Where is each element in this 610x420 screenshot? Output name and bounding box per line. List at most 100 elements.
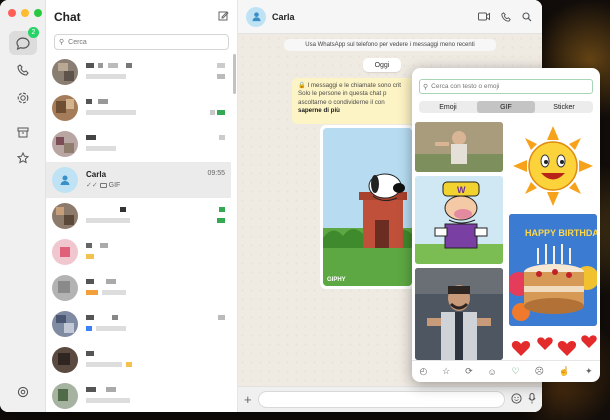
chat-row[interactable] [46,378,231,412]
trending-icon[interactable]: ⟳ [465,366,473,377]
chats-nav-button[interactable]: 2 [9,27,39,55]
search-icon[interactable] [522,12,532,24]
picker-search-box[interactable]: ⚲ [419,79,593,94]
svg-text:W: W [457,185,466,195]
chat-row[interactable] [46,198,231,234]
chat-preview: ✓✓ GIF [86,181,120,189]
gif-image: GIPHY [323,128,412,286]
double-check-icon: ✓✓ [86,182,98,189]
attach-button[interactable]: + [244,392,252,407]
party-icon[interactable]: ✦ [585,366,593,377]
chat-row[interactable] [46,234,231,270]
avatar [52,347,78,373]
settings-icon [17,386,29,398]
avatar [52,239,78,265]
avatar [52,95,78,121]
date-separator: Oggi [363,58,401,72]
sad-face-icon[interactable]: ☹ [535,366,544,377]
chat-row[interactable] [46,90,231,126]
contact-name[interactable]: Carla [272,12,295,22]
tab-sticker[interactable]: Sticker [535,101,593,113]
gif-result[interactable] [415,268,503,360]
chat-row[interactable] [46,342,231,378]
chat-row[interactable] [46,126,231,162]
window-controls [8,9,42,17]
avatar [52,203,78,229]
chat-name: Carla [86,170,107,179]
unread-badge: 2 [28,27,39,38]
gif-birthday-text: HAPPY BIRTHDAY [525,228,597,238]
gif-result[interactable] [415,122,503,172]
chat-list-title: Chat [54,10,81,24]
thumbs-up-icon[interactable]: ☝ [559,366,570,377]
avatar [52,167,78,193]
conversation-header: Carla [238,0,542,34]
smiley-icon [511,392,522,404]
picker-category-bar: ◴ ☆ ⟳ ☺ ♡ ☹ ☝ ✦ [412,360,600,382]
starred-nav-button[interactable] [9,146,37,170]
compose-icon [218,11,229,21]
gif-result[interactable] [509,122,597,210]
chat-preview-text: GIF [108,182,121,189]
learn-more-link[interactable]: saperne di più [298,107,340,114]
e2e-line-2: Solo le persone in questa chat p [298,90,387,98]
emoji-button[interactable] [511,392,522,407]
phone-icon [17,64,29,76]
avatar [52,275,78,301]
voice-call-icon[interactable] [501,12,511,24]
new-chat-button[interactable] [218,10,229,24]
chat-time: 09:55 [207,170,225,177]
gif-result[interactable]: W [415,176,503,264]
chat-list-panel: Chat ⚲ Cerca Carla 09:55 ✓✓ GIF [46,0,238,412]
tab-emoji[interactable]: Emoji [419,101,477,113]
avatar [52,59,78,85]
recent-icon[interactable]: ◴ [419,366,427,377]
favorites-star-icon[interactable]: ☆ [442,366,450,377]
chats-icon [16,36,30,50]
picker-search-input[interactable] [431,83,582,90]
older-messages-notice: Usa WhatsApp sul telefono per vedere i m… [284,39,496,51]
chat-row[interactable] [46,270,231,306]
love-icon[interactable]: ♡ [512,366,520,377]
e2e-line-1: I messaggi e le chiamate sono crit [307,82,401,89]
search-icon: ⚲ [423,83,429,91]
zoom-window-button[interactable] [34,9,42,17]
chat-row-carla[interactable]: Carla 09:55 ✓✓ GIF [46,162,231,198]
message-composer: + [238,386,542,412]
settings-nav-button[interactable] [9,380,37,404]
avatar [52,131,78,157]
chat-row[interactable] [46,54,231,90]
chat-row[interactable] [46,306,231,342]
gif-result[interactable] [509,330,597,360]
gif-result[interactable]: HAPPY BIRTHDAY [509,214,597,326]
tab-gif[interactable]: GIF [477,101,535,113]
mic-icon [528,392,536,403]
user-icon [60,175,70,185]
avatar [52,383,78,409]
avatar [52,311,78,337]
archive-icon [17,127,29,137]
user-icon [251,12,261,22]
happy-face-icon[interactable]: ☺ [488,367,497,377]
contact-avatar[interactable] [246,6,266,27]
close-window-button[interactable] [8,9,16,17]
chat-search-input[interactable] [68,38,209,46]
picker-tabs: Emoji GIF Sticker [419,101,593,113]
video-call-icon[interactable] [478,12,490,24]
message-input[interactable] [257,391,505,408]
status-nav-button[interactable] [9,86,37,110]
archived-nav-button[interactable] [9,120,37,144]
chat-list-scrollbar[interactable] [233,54,236,94]
calls-nav-button[interactable] [9,58,37,82]
lock-icon: 🔒 [298,82,306,89]
mic-button[interactable] [528,392,536,407]
gif-picker-popover: ⚲ Emoji GIF Sticker W HAPPY BIRTHDAY ◴ ☆ [412,68,600,382]
gif-message-bubble[interactable]: GIPHY [320,125,415,289]
gif-results-grid: W HAPPY BIRTHDAY [415,122,597,360]
gif-icon [99,182,107,188]
chat-search-box[interactable]: ⚲ [54,34,229,50]
status-icon [17,92,29,104]
nav-rail: 2 [0,0,46,412]
minimize-window-button[interactable] [21,9,29,17]
e2e-line-3: ascoltarne o condividerne il con [298,98,385,106]
